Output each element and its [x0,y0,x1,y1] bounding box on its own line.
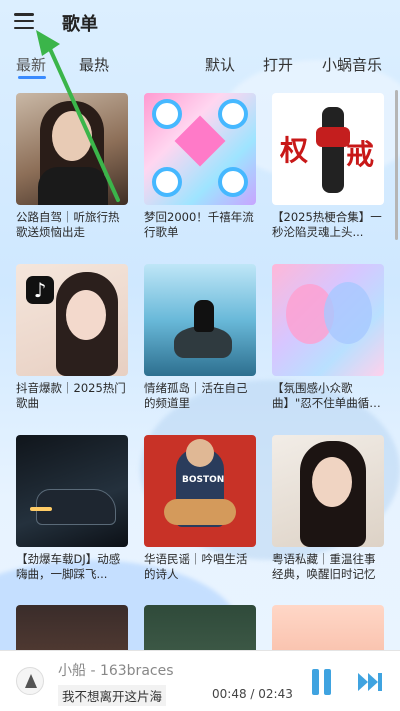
playlist-cover: 权 戒 [272,93,384,205]
cover-text: BOSTON [182,475,225,485]
playback-time: 00:48 / 02:43 [212,687,293,701]
playlist-title: 梦回2000！千禧年流行歌单 [144,210,254,239]
playlist-title: 【2025热梗合集】一秒沦陷灵魂上头... [272,210,382,239]
tab-default[interactable]: 默认 [205,54,235,75]
playlist-card[interactable]: 情绪孤岛｜活在自己的频道里 [144,264,256,411]
playlist-card[interactable]: 【劲爆车载DJ】动感嗨曲，一脚踩飞... [16,435,128,582]
top-bar: 歌单 [0,0,400,44]
playlist-title: 粤语私藏｜重温往事经典，唤醒旧时记忆 [272,552,376,581]
playlist-title: 【劲爆车载DJ】动感嗨曲，一脚踩飞... [16,552,121,581]
playlist-title: 华语民谣｜吟唱生活的诗人 [144,552,248,581]
playlist-card[interactable]: BOSTON 华语民谣｜吟唱生活的诗人 [144,435,256,582]
playlist-card[interactable]: 公路自驾｜听旅行热歌送烦恼出走 [16,93,128,240]
now-playing-title: 小船 - 163braces [58,663,174,679]
playlist-card[interactable]: 【氛围感小众歌曲】"忍不住单曲循环！" [272,264,384,411]
active-tab-indicator [18,76,46,79]
playlist-title: 情绪孤岛｜活在自己的频道里 [144,381,248,410]
next-icon[interactable] [356,671,384,693]
playlist-cover [144,93,256,205]
tab-latest[interactable]: 最新 [16,54,46,75]
now-playing-lyric: 我不想离开这片海 [58,685,167,706]
playlist-cover [144,264,256,376]
playlist-card[interactable]: 梦回2000！千禧年流行歌单 [144,93,256,240]
cover-text: 戒 [346,138,375,171]
menu-icon[interactable] [12,10,36,32]
playlist-cover [272,264,384,376]
page-title: 歌单 [62,14,98,35]
playlist-title: 【氛围感小众歌曲】"忍不住单曲循环！" [272,381,370,410]
playlist-card[interactable]: ♪ 抖音爆款｜2025热门歌曲 [16,264,128,411]
tab-xiaowo-music[interactable]: 小蜗音乐 [322,54,382,75]
cover-text: 权 [280,134,309,167]
tab-hottest[interactable]: 最热 [79,54,109,75]
tab-open[interactable]: 打开 [263,54,293,75]
mini-player[interactable]: 小船 - 163braces 我不想离开这片海 00:48 / 02:43 [0,650,400,711]
playlist-cover [16,93,128,205]
playlist-title: 公路自驾｜听旅行热歌送烦恼出走 [16,210,120,239]
playlist-card[interactable]: 权 戒 【2025热梗合集】一秒沦陷灵魂上头... [272,93,384,240]
playlist-cover: BOSTON [144,435,256,547]
playlist-title: 抖音爆款｜2025热门歌曲 [16,381,126,410]
playlist-cover [16,435,128,547]
playlist-cover: ♪ [16,264,128,376]
now-playing-cover[interactable] [16,667,44,695]
tiktok-icon: ♪ [26,276,54,304]
playlist-cover [272,435,384,547]
tab-bar: 最新 最热 默认 打开 小蜗音乐 [0,50,400,79]
scrollbar[interactable] [395,90,398,240]
playlist-card[interactable]: 粤语私藏｜重温往事经典，唤醒旧时记忆 [272,435,384,582]
pause-icon[interactable] [310,669,334,695]
app-root: 歌单 最新 最热 默认 打开 小蜗音乐 公路自驾｜听旅行热歌送烦恼出走 梦回20… [0,0,400,711]
